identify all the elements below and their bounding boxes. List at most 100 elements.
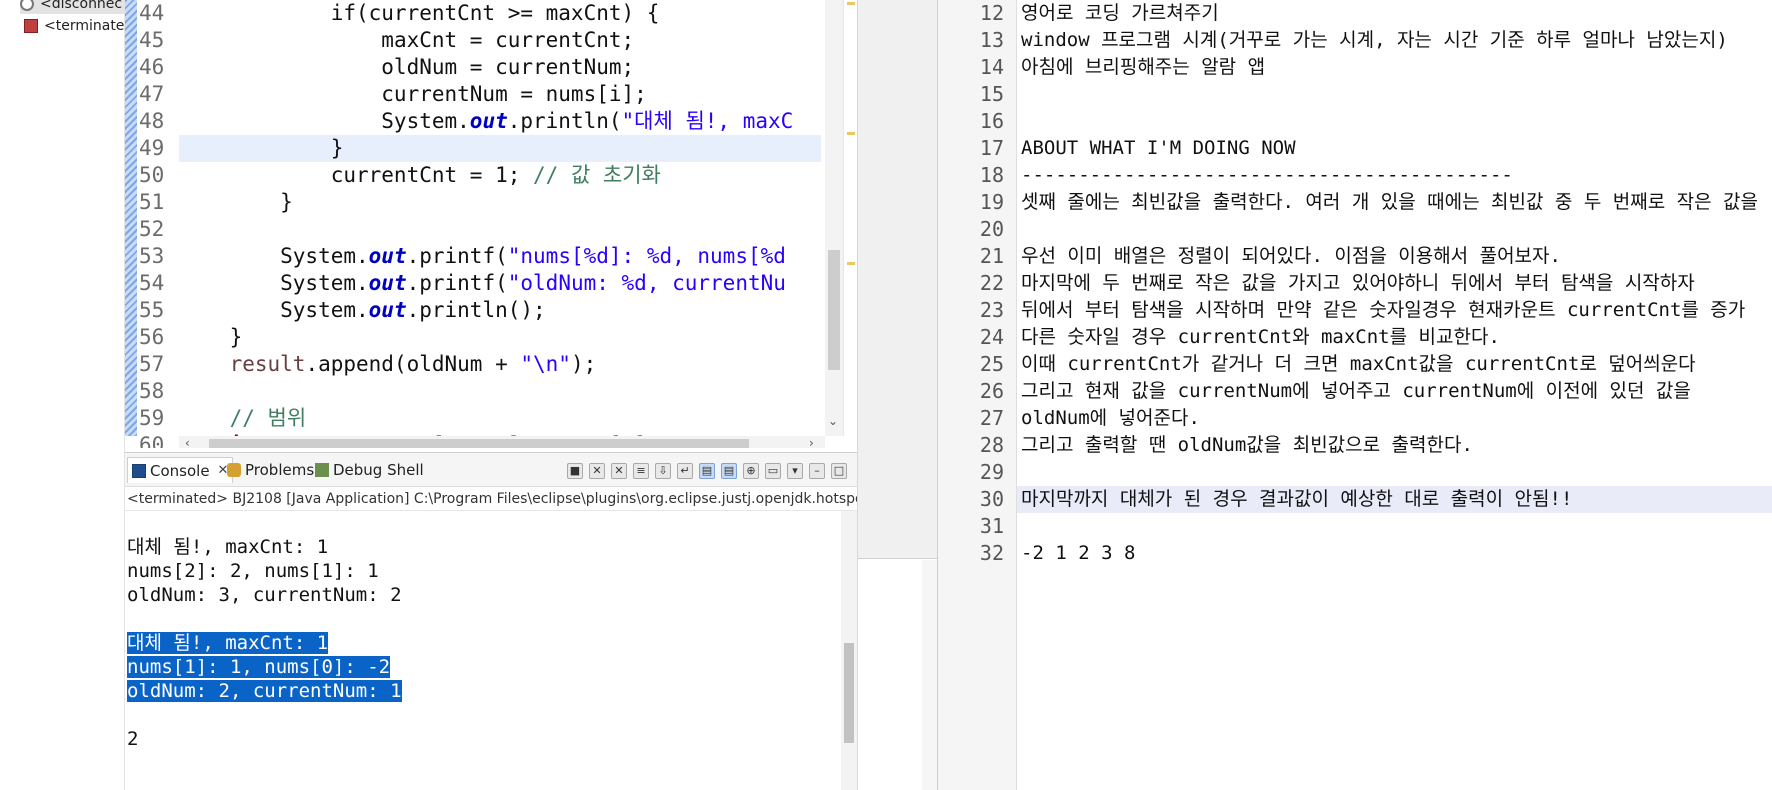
text-line[interactable]: oldNum에 넣어준다.: [1017, 405, 1772, 432]
code-line[interactable]: }: [179, 135, 821, 162]
remove-all-launches-icon[interactable]: ✕: [611, 463, 627, 479]
tab-console[interactable]: Console ✕: [127, 457, 234, 483]
scroll-down-arrow-icon[interactable]: ⌄: [828, 414, 838, 428]
editor-horizontal-scrollbar[interactable]: ‹ ›: [179, 436, 825, 448]
text-line[interactable]: 셋째 줄에는 최빈값을 출력한다. 여러 개 있을 때에는 최빈값 중 두 번째…: [1017, 189, 1772, 216]
line-number: 22: [979, 271, 1004, 295]
console-output-line[interactable]: nums[1]: 1, nums[0]: -2: [125, 655, 843, 679]
code-token: .printf(: [406, 271, 508, 295]
code-token: }: [179, 190, 293, 214]
code-line[interactable]: System.out.printf("nums[%d]: %d, nums[%d: [179, 243, 821, 270]
code-line[interactable]: currentNum = nums[i];: [179, 81, 821, 108]
code-line[interactable]: System.out.println("대체 됨!, maxC: [179, 108, 821, 135]
open-console-icon[interactable]: ▾: [787, 463, 803, 479]
code-token: out: [368, 298, 407, 322]
line-number: 12: [979, 1, 1004, 25]
code-line[interactable]: currentCnt = 1; // 값 초기화: [179, 162, 821, 189]
console-output-line[interactable]: [125, 511, 843, 535]
console-output-line[interactable]: 대체 됨!, maxCnt: 1: [125, 535, 843, 559]
text-line[interactable]: [1017, 216, 1772, 243]
clear-console-icon[interactable]: ≡: [633, 463, 649, 479]
code-token: }: [179, 325, 243, 349]
warning-marker[interactable]: [847, 2, 855, 5]
text-line[interactable]: 다른 숫자일 경우 currentCnt와 maxCnt를 비교한다.: [1017, 324, 1772, 351]
line-number: 14: [979, 55, 1004, 79]
code-line[interactable]: oldNum = currentNum;: [179, 54, 821, 81]
terminate-icon[interactable]: ■: [567, 463, 583, 479]
scroll-right-arrow-icon[interactable]: ›: [809, 436, 814, 448]
code-line[interactable]: result.append(oldNum + "\n");: [179, 351, 821, 378]
text-line[interactable]: -2 1 2 3 8: [1017, 540, 1772, 567]
text-line[interactable]: 그리고 출력할 땐 oldNum값을 최빈값으로 출력한다.: [1017, 432, 1772, 459]
word-wrap-icon[interactable]: ↵: [677, 463, 693, 479]
text-line[interactable]: ----------------------------------------…: [1017, 162, 1772, 189]
text-line[interactable]: 마지막까지 대체가 된 경우 결과값이 예상한 대로 출력이 안됨!!: [1017, 486, 1772, 513]
text-line[interactable]: 뒤에서 부터 탐색을 시작하며 만약 같은 숫자일경우 현재카운트 curren…: [1017, 297, 1772, 324]
console-toolbar: ■ ✕ ✕ ≡ ⇩ ↵ ▤ ▤ ⊕ ▭ ▾ – □: [567, 461, 847, 481]
editor-vertical-scrollbar[interactable]: [825, 0, 843, 436]
tab-problems[interactable]: Problems: [223, 457, 318, 483]
code-line[interactable]: // 범위: [179, 405, 821, 432]
scroll-lock-icon[interactable]: ⇩: [655, 463, 671, 479]
text-line[interactable]: [1017, 81, 1772, 108]
text-line[interactable]: [1017, 459, 1772, 486]
debug-item-disconnected[interactable]: <disconnec: [20, 0, 124, 14]
code-line[interactable]: System.out.printf("oldNum: %d, currentNu: [179, 270, 821, 297]
middle-vertical-scrollbar[interactable]: [922, 560, 938, 790]
code-token: out: [469, 109, 508, 133]
text-line[interactable]: ABOUT WHAT I'M DOING NOW: [1017, 135, 1772, 162]
code-token: out: [368, 244, 407, 268]
notes-text-editor[interactable]: 12 13 14 15 16 17 18 19 20 21 22 23 24 25 26 27 28 29 30 31…: [937, 0, 1772, 790]
line-number: 47: [139, 82, 165, 106]
console-output-line[interactable]: oldNum: 3, currentNum: 2: [125, 583, 843, 607]
code-token: "nums[%d]: %d, nums[%d: [507, 244, 786, 268]
console-output[interactable]: 대체 됨!, maxCnt: 1 nums[2]: 2, nums[1]: 1 ol…: [125, 511, 843, 751]
code-token: System.: [179, 244, 369, 268]
warning-marker[interactable]: [847, 262, 855, 265]
console-output-line[interactable]: [125, 607, 843, 631]
text-line[interactable]: 마지막에 두 번째로 작은 값을 가지고 있어야하니 뒤에서 부터 탐색을 시작…: [1017, 270, 1772, 297]
line-number: 49: [139, 136, 165, 160]
code-line[interactable]: System.out.println();: [179, 297, 821, 324]
text-line[interactable]: 영어로 코딩 가르쳐주기: [1017, 0, 1772, 27]
console-output-line[interactable]: 2: [125, 727, 843, 751]
code-line[interactable]: [179, 216, 821, 243]
console-output-line[interactable]: [125, 703, 843, 727]
tab-label: Debug Shell: [333, 461, 424, 479]
text-line[interactable]: 이때 currentCnt가 같거나 더 크면 maxCnt값을 current…: [1017, 351, 1772, 378]
code-line[interactable]: }: [179, 324, 821, 351]
console-vertical-scroll-thumb[interactable]: [844, 643, 854, 743]
text-line[interactable]: 우선 이미 배열은 정렬이 되어있다. 이점을 이용해서 풀어보자.: [1017, 243, 1772, 270]
console-output-line[interactable]: oldNum: 2, currentNum: 1: [125, 679, 843, 703]
code-line[interactable]: maxCnt = currentCnt;: [179, 27, 821, 54]
notes-text-area[interactable]: 영어로 코딩 가르쳐주기 window 프로그램 시계(거꾸로 가는 시계, 자는…: [1017, 0, 1772, 567]
code-line[interactable]: }: [179, 189, 821, 216]
code-token: maxCnt: [381, 28, 458, 52]
tab-debug-shell[interactable]: Debug Shell: [311, 457, 428, 483]
maximize-icon[interactable]: □: [831, 463, 847, 479]
code-line[interactable]: if(currentCnt >= maxCnt) {: [179, 0, 821, 27]
show-on-stderr-icon[interactable]: ▤: [721, 463, 737, 479]
console-output-line[interactable]: 대체 됨!, maxCnt: 1: [125, 631, 843, 655]
line-number: 44: [139, 1, 165, 25]
display-console-icon[interactable]: ▭: [765, 463, 781, 479]
scroll-left-arrow-icon[interactable]: ‹: [185, 436, 190, 448]
show-on-stdout-icon[interactable]: ▤: [699, 463, 715, 479]
debug-item-terminated[interactable]: <terminate: [24, 16, 124, 36]
text-line[interactable]: window 프로그램 시계(거꾸로 가는 시계, 자는 시간 기준 하루 얼마…: [1017, 27, 1772, 54]
text-line[interactable]: [1017, 108, 1772, 135]
pin-console-icon[interactable]: ⊕: [743, 463, 759, 479]
editor-code-area[interactable]: if(currentCnt >= maxCnt) { maxCnt = curr…: [179, 0, 821, 448]
editor-vertical-scroll-thumb[interactable]: [828, 250, 840, 370]
minimize-icon[interactable]: –: [809, 463, 825, 479]
text-line[interactable]: 그리고 현재 값을 currentNum에 넣어주고 currentNum에 이…: [1017, 378, 1772, 405]
editor-horizontal-scroll-thumb[interactable]: [209, 439, 749, 448]
code-line[interactable]: [179, 378, 821, 405]
text-line[interactable]: 아침에 브리핑해주는 알람 앱: [1017, 54, 1772, 81]
editor-overview-ruler: [843, 0, 857, 436]
warning-marker[interactable]: [847, 132, 855, 135]
remove-launch-icon[interactable]: ✕: [589, 463, 605, 479]
java-code-editor[interactable]: 44 45 46 47 48 49 50 51 52 53 54 55 56 57 58 59 60 if(cu…: [125, 0, 857, 448]
console-output-line[interactable]: nums[2]: 2, nums[1]: 1: [125, 559, 843, 583]
text-line[interactable]: [1017, 513, 1772, 540]
